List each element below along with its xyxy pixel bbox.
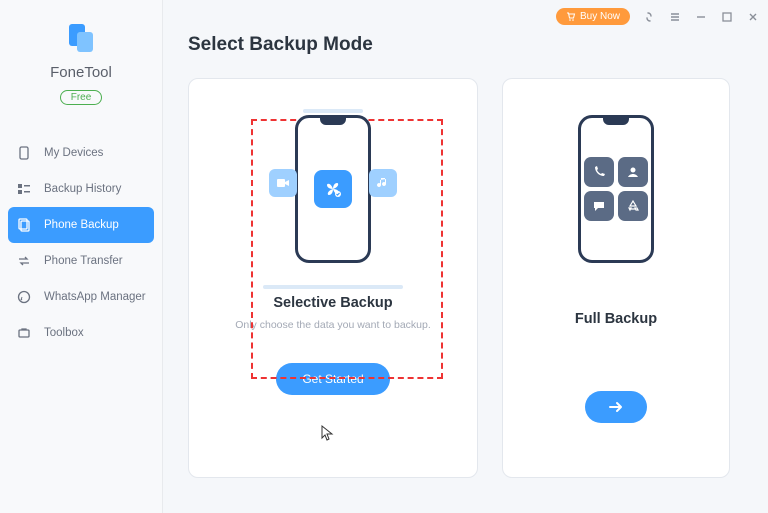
buy-now-button[interactable]: Buy Now (556, 8, 630, 25)
get-started-button[interactable]: Get Started (276, 363, 389, 395)
message-icon (584, 191, 614, 221)
full-backup-card[interactable]: Full Backup (502, 78, 730, 478)
minimize-icon[interactable] (694, 10, 708, 24)
link-icon[interactable] (642, 10, 656, 24)
fan-icon (314, 170, 352, 208)
arrow-right-icon (607, 400, 625, 414)
maximize-icon[interactable] (720, 10, 734, 24)
nav: My Devices Backup History Phone Backup P… (0, 135, 162, 351)
sidebar-item-phone-backup[interactable]: Phone Backup (8, 207, 154, 243)
music-icon (369, 169, 397, 197)
close-icon[interactable] (746, 10, 760, 24)
main: Select Backup Mode Selective Backup Only… (188, 34, 754, 503)
selective-backup-illustration (283, 115, 383, 275)
sidebar-item-phone-transfer[interactable]: Phone Transfer (0, 243, 162, 279)
sidebar-item-label: Backup History (44, 183, 121, 195)
sidebar-item-label: Phone Transfer (44, 255, 123, 267)
full-backup-title: Full Backup (521, 311, 711, 327)
app-name: FoneTool (0, 64, 162, 81)
history-icon (16, 181, 32, 197)
sidebar-item-label: WhatsApp Manager (44, 291, 146, 303)
menu-icon[interactable] (668, 10, 682, 24)
cards-row: Selective Backup Only choose the data yo… (188, 78, 754, 478)
cart-icon (566, 12, 576, 22)
phone-call-icon (584, 157, 614, 187)
selective-backup-subtitle: Only choose the data you want to backup. (207, 319, 459, 331)
contact-icon (618, 157, 648, 187)
full-backup-button[interactable] (585, 391, 647, 423)
sidebar-item-label: Toolbox (44, 327, 84, 339)
backup-icon (16, 217, 32, 233)
free-badge: Free (60, 90, 103, 105)
page-title: Select Backup Mode (188, 34, 754, 56)
selective-backup-title: Selective Backup (207, 295, 459, 311)
sidebar-item-whatsapp-manager[interactable]: WhatsApp Manager (0, 279, 162, 315)
app-logo-icon (63, 20, 99, 56)
sidebar: FoneTool Free My Devices Backup History … (0, 0, 163, 513)
sidebar-item-toolbox[interactable]: Toolbox (0, 315, 162, 351)
transfer-icon (16, 253, 32, 269)
toolbox-icon (16, 325, 32, 341)
sidebar-item-label: Phone Backup (44, 219, 119, 231)
buy-now-label: Buy Now (580, 11, 620, 22)
sidebar-item-my-devices[interactable]: My Devices (0, 135, 162, 171)
video-icon (269, 169, 297, 197)
sidebar-item-backup-history[interactable]: Backup History (0, 171, 162, 207)
selective-backup-card[interactable]: Selective Backup Only choose the data yo… (188, 78, 478, 478)
whatsapp-icon (16, 289, 32, 305)
logo-block: FoneTool Free (0, 0, 162, 117)
device-icon (16, 145, 32, 161)
titlebar: Buy Now (556, 8, 760, 25)
full-backup-illustration (566, 115, 666, 275)
sidebar-item-label: My Devices (44, 147, 103, 159)
appstore-icon (618, 191, 648, 221)
